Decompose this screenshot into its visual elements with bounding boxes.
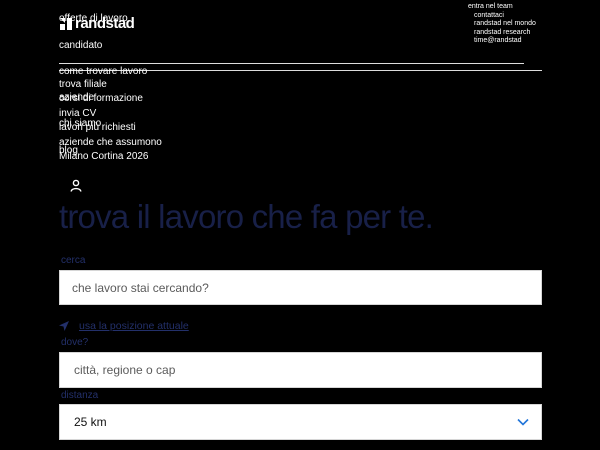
nav-item-lavori-piu-richiesti[interactable]: lavori più richiesti: [59, 122, 136, 133]
search-input-placeholder: che lavoro stai cercando?: [72, 280, 209, 295]
utility-link-randstad-research[interactable]: randstad research: [468, 29, 536, 38]
page-title: trova il lavoro che fa per te.: [59, 198, 434, 235]
distance-select-value: 25 km: [74, 415, 107, 429]
nav-item-aziende[interactable]: aziende: [59, 92, 94, 103]
user-icon[interactable]: [70, 179, 82, 192]
chevron-down-icon: [517, 418, 529, 426]
distance-select[interactable]: 25 km: [59, 404, 542, 440]
utility-link-entra-nel-team[interactable]: entra nel team: [468, 3, 536, 12]
search-input[interactable]: che lavoro stai cercando?: [59, 270, 542, 305]
nav-item-milano-cortina[interactable]: Milano Cortina 2026: [59, 151, 149, 162]
nav-item-trova-filiale[interactable]: trova filiale: [59, 79, 107, 90]
header-divider-1: [59, 63, 524, 64]
utility-link-randstad-nel-mondo[interactable]: randstad nel mondo: [468, 20, 536, 29]
utility-links: entra nel team contattaci randstad nel m…: [468, 3, 536, 46]
nav-item-come-trovare-lavoro[interactable]: come trovare lavoro: [59, 66, 147, 77]
utility-link-time-randstad[interactable]: time@randstad: [468, 37, 536, 46]
offerte-di-lavoro-link[interactable]: offerte di lavoro: [59, 13, 128, 24]
distanza-label: distanza: [61, 390, 99, 401]
candidato-link[interactable]: candidato: [59, 40, 102, 51]
location-input-placeholder: città, regione o cap: [74, 363, 176, 377]
location-arrow-icon[interactable]: [58, 320, 70, 332]
dove-label: dove?: [61, 337, 89, 348]
location-input[interactable]: città, regione o cap: [59, 352, 542, 388]
use-current-location-link[interactable]: usa la posizione attuale: [79, 320, 189, 332]
cerca-label: cerca: [61, 255, 86, 266]
utility-link-contattaci[interactable]: contattaci: [468, 12, 536, 21]
